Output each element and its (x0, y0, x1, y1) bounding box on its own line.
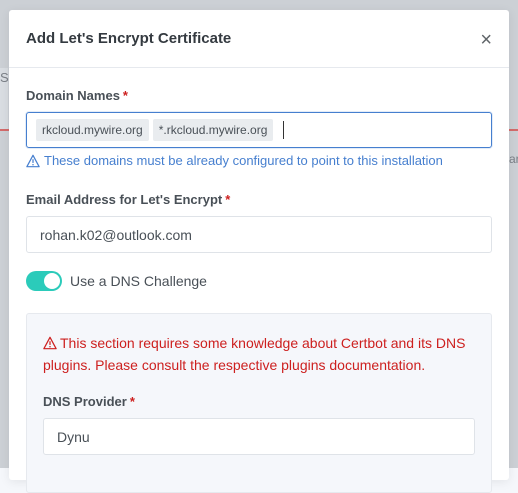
email-label: Email Address for Let's Encrypt * (26, 192, 230, 207)
add-certificate-modal: Add Let's Encrypt Certificate × Domain N… (9, 10, 509, 493)
domain-tag[interactable]: rkcloud.mywire.org (36, 119, 149, 141)
email-field[interactable]: rohan.k02@outlook.com (26, 216, 492, 253)
dns-provider-value: Dynu (57, 428, 90, 445)
dns-challenge-label[interactable]: Use a DNS Challenge (70, 273, 207, 289)
required-mark: * (129, 394, 135, 409)
domain-help-message: These domains must be already configured… (44, 153, 443, 168)
background-divider-left (0, 129, 9, 131)
email-value: rohan.k02@outlook.com (40, 226, 192, 243)
domain-tag[interactable]: *.rkcloud.mywire.org (152, 119, 274, 141)
close-icon[interactable]: × (480, 28, 492, 50)
background-text-right: ar (509, 152, 518, 166)
dns-warning-text: This section requires some knowledge abo… (43, 335, 466, 373)
domain-help-text: These domains must be already configured… (26, 153, 443, 168)
domain-names-input[interactable]: rkcloud.mywire.org *.rkcloud.mywire.org (26, 112, 492, 148)
dns-provider-label-text: DNS Provider (43, 394, 127, 409)
domain-names-label: Domain Names * (26, 88, 128, 103)
warning-triangle-icon (26, 154, 40, 167)
required-mark: * (225, 192, 231, 207)
toggle-knob (44, 273, 60, 289)
dns-provider-select[interactable]: Dynu (43, 418, 475, 455)
dns-warning: This section requires some knowledge abo… (43, 332, 483, 376)
domain-names-label-text: Domain Names (26, 88, 120, 103)
modal-header: Add Let's Encrypt Certificate × (9, 10, 509, 68)
dns-challenge-toggle[interactable] (26, 271, 62, 291)
background-divider-right (509, 129, 518, 131)
text-caret (283, 121, 285, 139)
required-mark: * (122, 88, 128, 103)
warning-triangle-icon (43, 336, 57, 350)
email-label-text: Email Address for Let's Encrypt (26, 192, 223, 207)
dns-section: This section requires some knowledge abo… (26, 313, 492, 493)
modal-title: Add Let's Encrypt Certificate (26, 30, 232, 47)
dns-provider-label: DNS Provider * (43, 394, 135, 409)
